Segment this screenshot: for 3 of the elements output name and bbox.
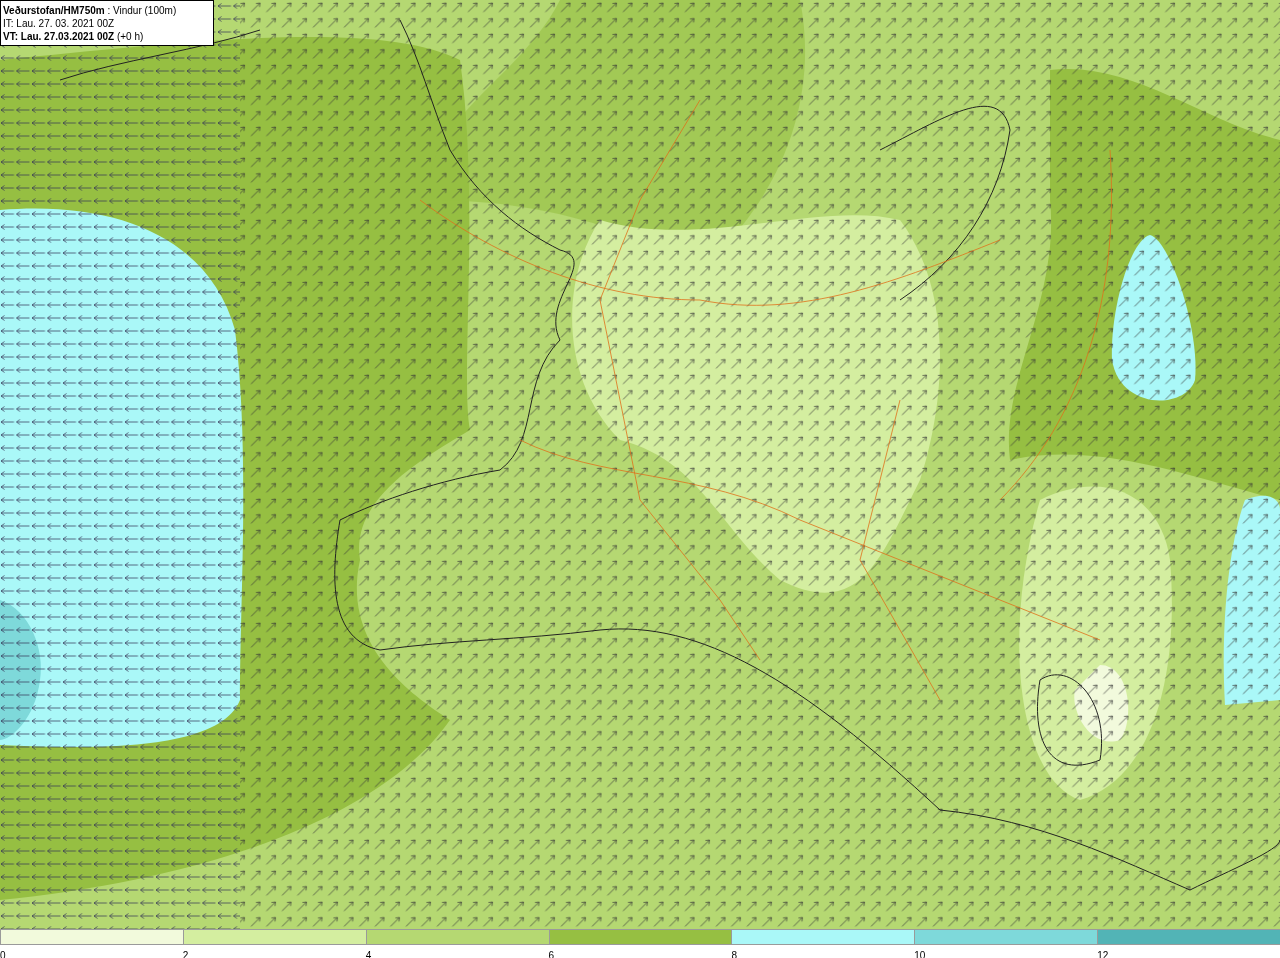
header-line: VT: Lau. 27.03.2021 00Z (+0 h)	[3, 30, 145, 43]
header-line: Veðurstofan/HM750m : Vindur (100m)	[3, 4, 178, 17]
header-line: IT: Lau. 27. 03. 2021 00Z	[3, 17, 116, 30]
